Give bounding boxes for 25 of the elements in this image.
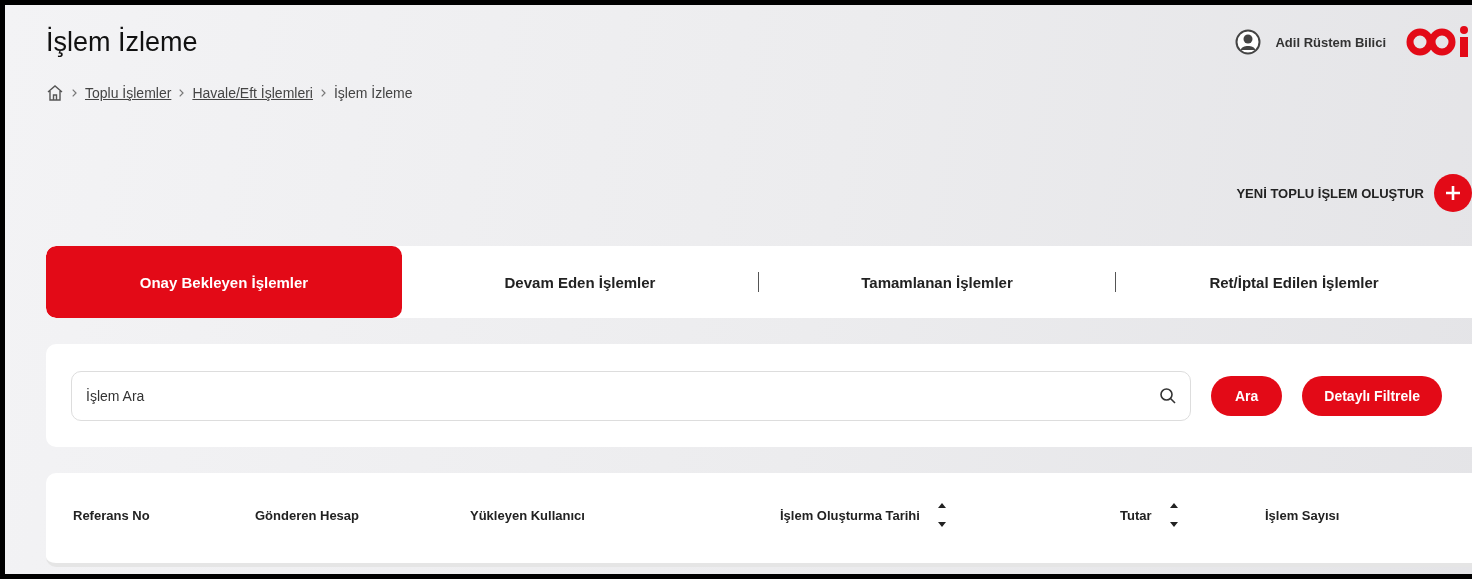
search-icon[interactable] <box>1158 386 1177 405</box>
home-icon[interactable] <box>46 84 64 102</box>
user-avatar-icon[interactable] <box>1235 29 1262 55</box>
column-header: Yükleyen Kullanıcı <box>470 507 585 523</box>
breadcrumb-link[interactable]: Havale/Eft İşlemleri <box>192 85 313 101</box>
breadcrumb-link[interactable]: Toplu İşlemler <box>85 85 172 101</box>
column-header: Referans No <box>73 507 150 523</box>
detailed-filter-button[interactable]: Detaylı Filtrele <box>1302 375 1442 416</box>
sort-icon[interactable] <box>937 503 946 527</box>
column-header: Gönderen Hesap <box>255 507 360 523</box>
search-field[interactable]: İşlem Ara <box>71 370 1191 421</box>
chevron-icon <box>72 89 77 97</box>
plus-icon <box>1434 174 1472 212</box>
column-header[interactable]: Tutar <box>1120 507 1152 523</box>
tab[interactable]: Onay Bekleyen İşlemler <box>46 246 402 318</box>
chevron-icon <box>179 89 185 97</box>
search-button[interactable]: Ara <box>1210 375 1283 416</box>
new-bulk-transaction-button[interactable]: YENİ TOPLU İŞLEM OLUŞTUR <box>1236 174 1472 212</box>
page-title: İşlem İzleme <box>46 27 199 58</box>
breadcrumb-current: İşlem İzleme <box>333 85 413 101</box>
user-name[interactable]: Adil Rüstem Bilici <box>1275 34 1386 50</box>
column-header[interactable]: İşlem Oluşturma Tarihi <box>780 507 920 523</box>
chevron-icon <box>320 89 326 97</box>
sort-icon[interactable] <box>1169 503 1178 527</box>
column-header: İşlem Sayısı <box>1265 507 1340 523</box>
